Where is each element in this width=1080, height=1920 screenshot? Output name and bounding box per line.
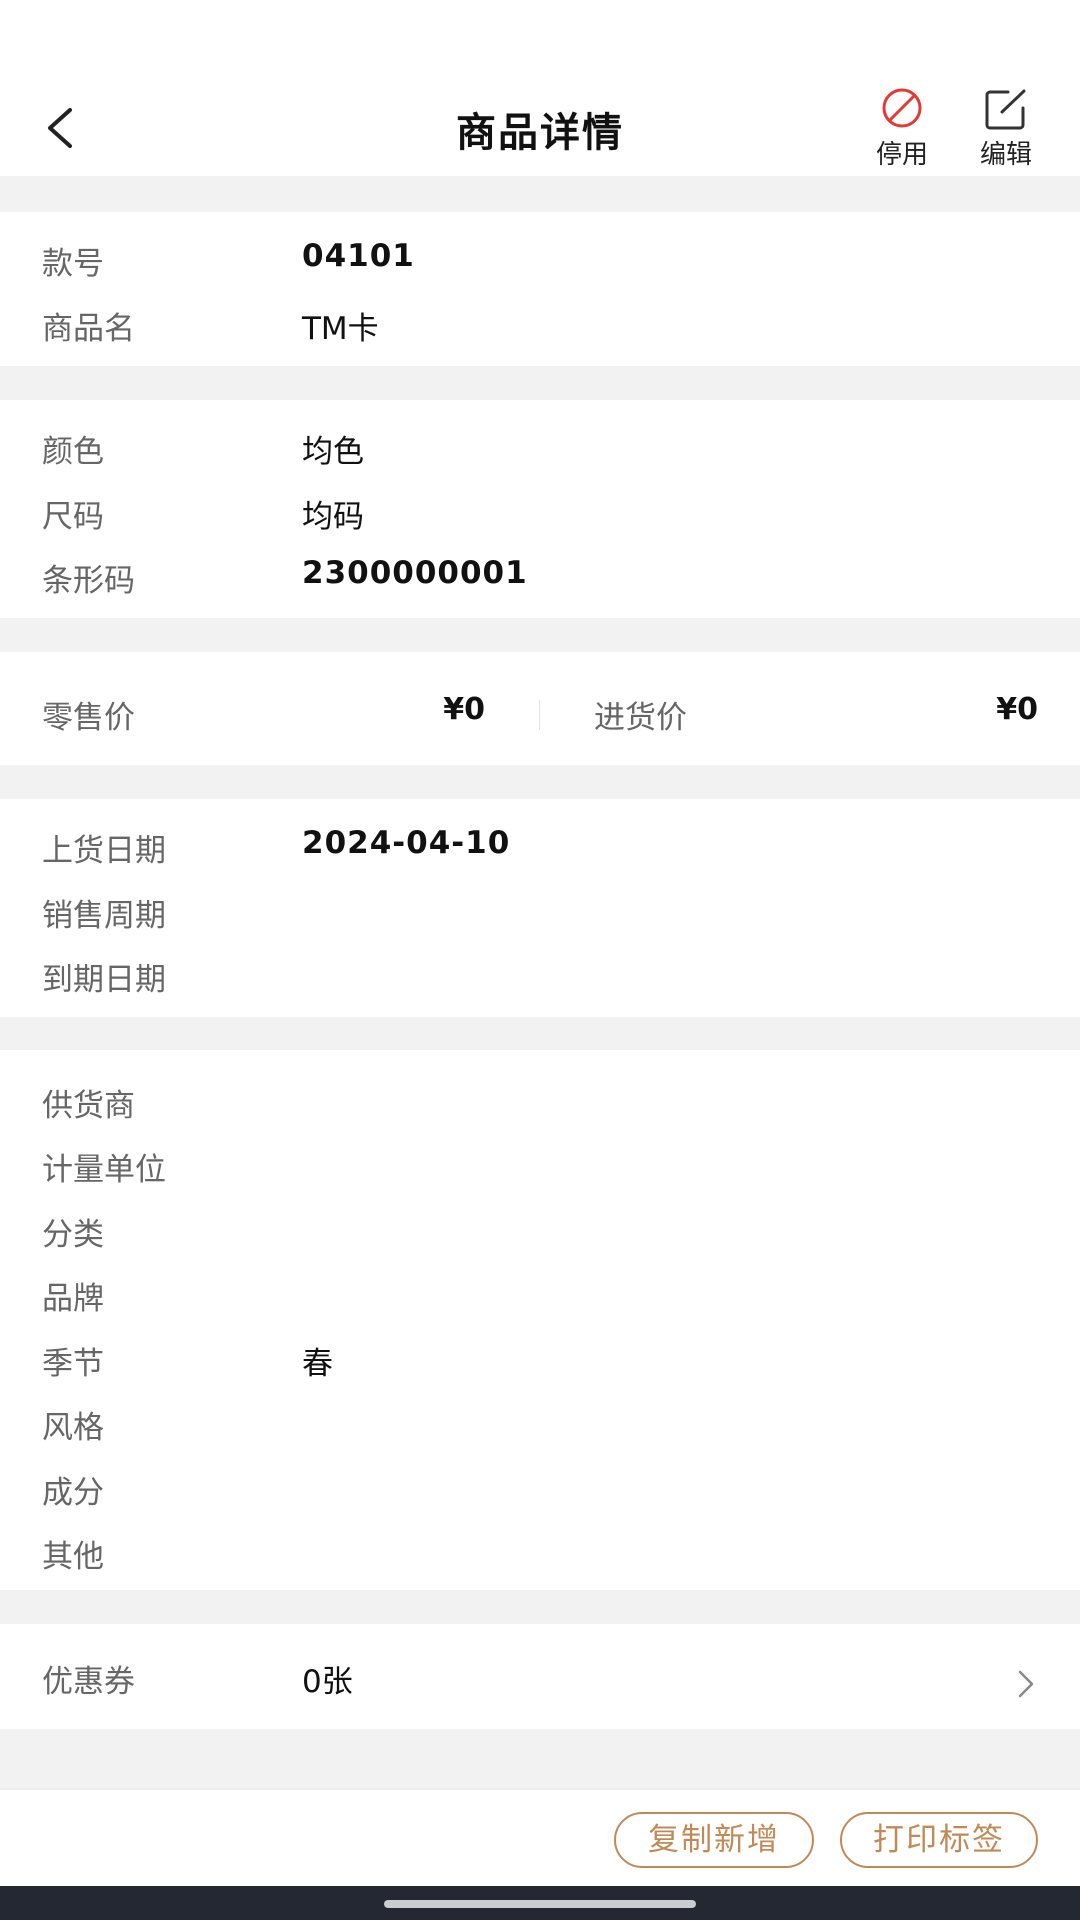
size-row: 尺码 均码 [0, 479, 1080, 543]
size-value: 均码 [302, 499, 364, 535]
category-label: 分类 [42, 1217, 104, 1253]
coupon-value: 0张 [302, 1664, 353, 1700]
category-row: 分类 [0, 1197, 1080, 1261]
color-row: 颜色 均色 [0, 414, 1080, 478]
size-label: 尺码 [42, 499, 104, 535]
season-value: 春 [302, 1346, 333, 1382]
retail-price-value: ¥0 [443, 692, 485, 727]
style-no-value: 04101 [302, 238, 415, 274]
style-no-row: 款号 04101 [0, 226, 1080, 290]
purchase-price-label: 进货价 [594, 700, 687, 736]
product-name-value: TM卡 [302, 311, 379, 347]
style-row: 风格 [0, 1390, 1080, 1454]
season-label: 季节 [42, 1346, 104, 1382]
basic-info-section: 款号 04101 商品名 TM卡 [0, 212, 1080, 366]
chevron-right-icon [1018, 1670, 1034, 1698]
barcode-label: 条形码 [42, 563, 135, 599]
print-label-button[interactable]: 打印标签 [840, 1812, 1038, 1868]
color-value: 均色 [302, 434, 364, 470]
other-row: 其他 [0, 1519, 1080, 1583]
coupon-row-content: 优惠券 0张 [0, 1644, 1080, 1708]
composition-row: 成分 [0, 1455, 1080, 1519]
season-row: 季节 春 [0, 1326, 1080, 1390]
edit-button[interactable]: 编辑 [966, 88, 1046, 170]
style-no-label: 款号 [42, 246, 104, 282]
sales-cycle-label: 销售周期 [42, 898, 166, 934]
edit-label: 编辑 [979, 140, 1032, 170]
product-detail-page: 商品详情 停用 编辑 款号 04101 商品名 TM卡 颜色 均色 尺码 均码 … [0, 0, 1080, 1920]
price-section: 零售价 ¥0 进货价 ¥0 [0, 652, 1080, 765]
system-navigation-bar [0, 1886, 1080, 1920]
disable-label: 停用 [875, 140, 928, 170]
price-divider [539, 700, 540, 730]
dates-section: 上货日期 2024-04-10 销售周期 到期日期 [0, 799, 1080, 1017]
attributes-section: 供货商 计量单位 分类 品牌 季节 春 风格 成分 其他 [0, 1050, 1080, 1590]
app-header: 商品详情 停用 编辑 [0, 0, 1080, 176]
shelf-date-row: 上货日期 2024-04-10 [0, 813, 1080, 877]
coupon-label: 优惠券 [42, 1664, 135, 1700]
other-label: 其他 [42, 1539, 104, 1575]
product-name-row: 商品名 TM卡 [0, 291, 1080, 355]
composition-label: 成分 [42, 1475, 104, 1511]
brand-label: 品牌 [42, 1281, 104, 1317]
barcode-row: 条形码 2300000001 [0, 543, 1080, 607]
disable-icon [882, 88, 922, 128]
purchase-price-value: ¥0 [996, 692, 1038, 727]
shelf-date-label: 上货日期 [42, 833, 166, 869]
product-name-label: 商品名 [42, 311, 135, 347]
expiry-date-label: 到期日期 [42, 962, 166, 998]
expiry-date-row: 到期日期 [0, 942, 1080, 1006]
edit-icon [985, 89, 1026, 130]
disable-button[interactable]: 停用 [862, 88, 942, 170]
home-indicator[interactable] [384, 1900, 696, 1908]
supplier-row: 供货商 [0, 1068, 1080, 1132]
unit-row: 计量单位 [0, 1132, 1080, 1196]
unit-label: 计量单位 [42, 1152, 166, 1188]
barcode-value: 2300000001 [302, 555, 528, 591]
sales-cycle-row: 销售周期 [0, 878, 1080, 942]
retail-price-label: 零售价 [42, 700, 135, 736]
style-label: 风格 [42, 1410, 104, 1446]
sku-section: 颜色 均色 尺码 均码 条形码 2300000001 [0, 400, 1080, 618]
bottom-action-bar: 复制新增 打印标签 [0, 1788, 1080, 1886]
supplier-label: 供货商 [42, 1088, 135, 1124]
shelf-date-value: 2024-04-10 [302, 825, 511, 861]
coupon-row[interactable]: 优惠券 0张 [0, 1624, 1080, 1729]
copy-new-button[interactable]: 复制新增 [614, 1812, 814, 1868]
brand-row: 品牌 [0, 1261, 1080, 1325]
color-label: 颜色 [42, 434, 104, 470]
